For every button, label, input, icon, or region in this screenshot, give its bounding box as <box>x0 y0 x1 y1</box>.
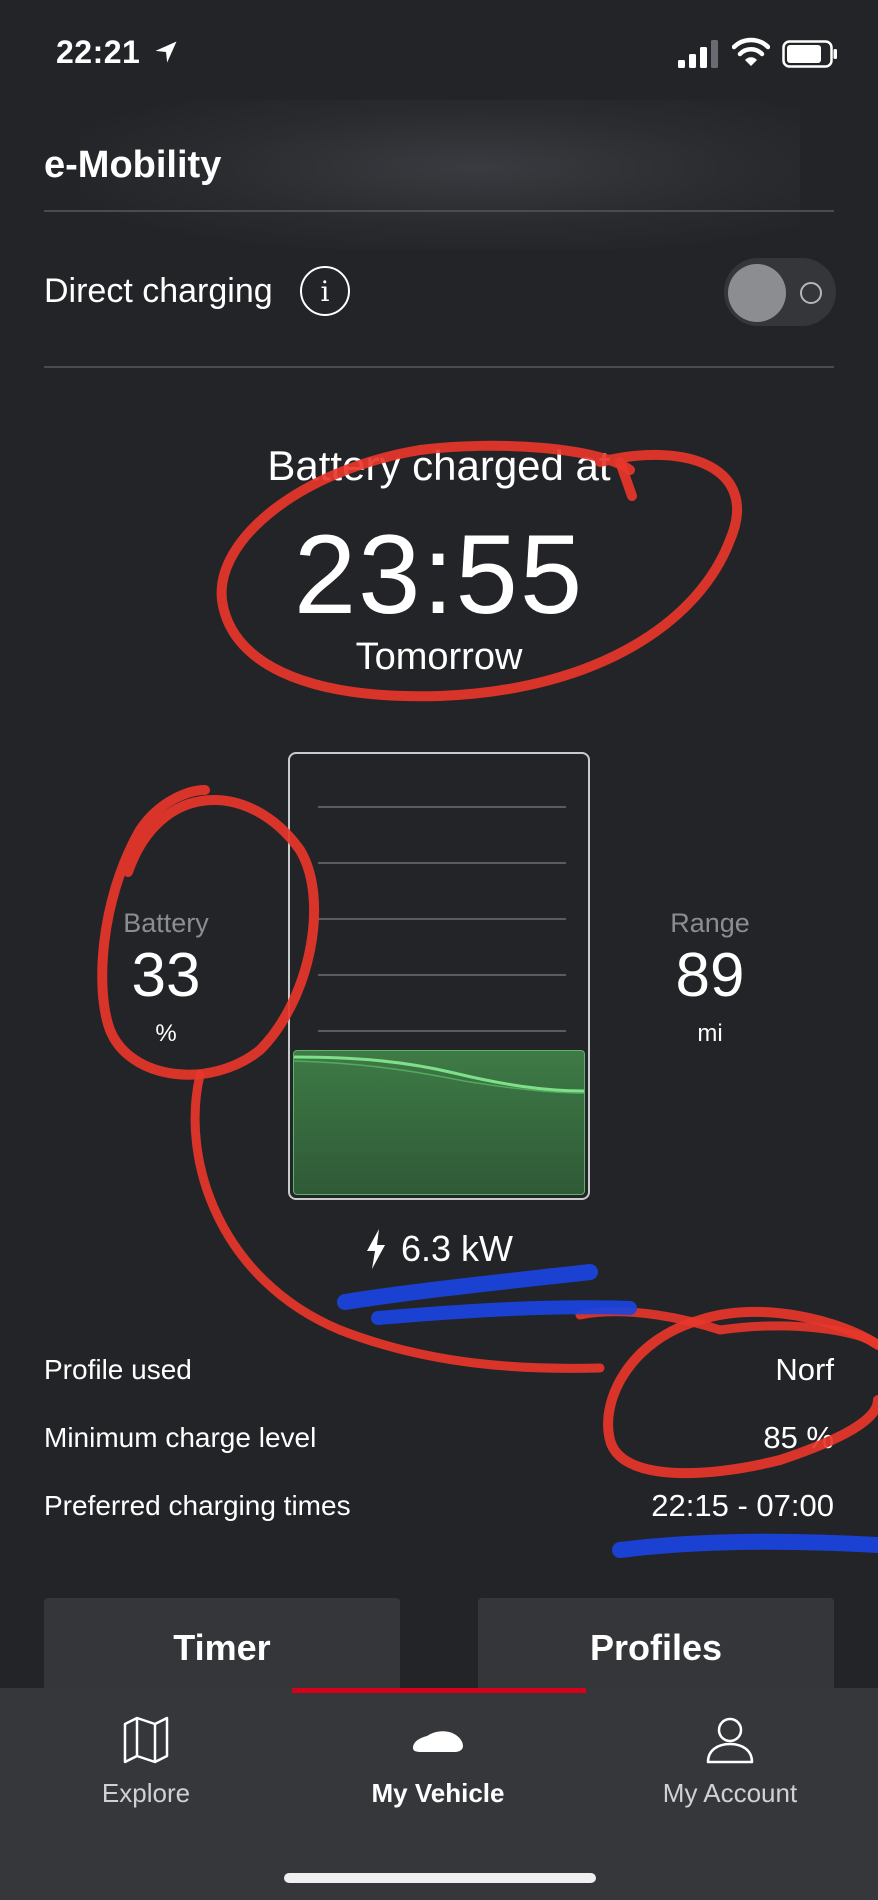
gauge-gridline <box>318 806 566 808</box>
tab-my-account[interactable]: My Account <box>584 1714 876 1809</box>
charging-times-label: Preferred charging times <box>44 1490 351 1521</box>
battery-value: 33 <box>131 941 201 1010</box>
toggle-off-indicator <box>800 282 822 304</box>
divider <box>44 210 834 212</box>
map-icon <box>123 1716 169 1764</box>
red-annotation-stroke <box>575 1307 878 1350</box>
charge-wave-icon <box>294 1055 584 1094</box>
charging-times-value: 22:15 - 07:00 <box>651 1488 834 1523</box>
divider <box>44 366 834 368</box>
status-time: 22:21 <box>56 34 141 70</box>
battery-status-icon <box>782 40 837 68</box>
charge-eta-time: 23:55 <box>293 512 585 637</box>
signal-icon <box>678 40 718 68</box>
minimum-charge-label: Minimum charge level <box>44 1422 317 1453</box>
location-arrow-icon <box>155 41 177 63</box>
tab-explore-label: Explore <box>101 1778 191 1808</box>
lightning-bolt-icon <box>366 1229 385 1269</box>
info-icon[interactable]: i <box>300 266 350 316</box>
timer-button[interactable]: Timer <box>44 1598 400 1698</box>
profiles-button[interactable]: Profiles <box>478 1598 834 1698</box>
range-value: 89 <box>675 941 745 1010</box>
range-label: Range <box>670 908 750 938</box>
range-unit: mi <box>697 1020 723 1047</box>
wifi-icon <box>732 37 770 66</box>
charging-power-value: 6.3 kW <box>400 1228 514 1269</box>
direct-charging-label: Direct charging <box>44 272 273 310</box>
charge-eta-day: Tomorrow <box>355 636 523 678</box>
profile-used-label: Profile used <box>44 1354 192 1385</box>
home-indicator[interactable] <box>284 1873 596 1883</box>
tab-my-vehicle-label: My Vehicle <box>371 1778 505 1808</box>
minimum-charge-value: 85 % <box>763 1420 834 1455</box>
page-title: e-Mobility <box>44 144 222 186</box>
direct-charging-toggle[interactable] <box>724 258 836 326</box>
blue-annotation-stroke <box>337 1264 598 1310</box>
tab-explore[interactable]: Explore <box>0 1714 292 1809</box>
blue-annotation-stroke <box>371 1300 637 1325</box>
gauge-gridline <box>318 918 566 920</box>
toggle-knob <box>728 264 786 322</box>
tab-my-vehicle[interactable]: My Vehicle <box>292 1714 584 1809</box>
car-icon <box>413 1731 463 1752</box>
gauge-gridline <box>318 1030 566 1032</box>
bottom-tab-bar: Explore My Vehicle My Account <box>0 1688 878 1900</box>
battery-label: Battery <box>123 908 209 938</box>
charging-power: 6.3 kW <box>0 1228 878 1270</box>
blue-annotation-stroke <box>612 1533 878 1558</box>
gauge-fill <box>293 1050 585 1195</box>
gauge-gridline <box>318 974 566 976</box>
battery-unit: % <box>155 1020 177 1047</box>
battery-level-gauge <box>288 752 590 1200</box>
charge-eta-label: Battery charged at <box>267 442 611 489</box>
red-annotation-stroke <box>603 1306 878 1479</box>
tab-my-account-label: My Account <box>662 1778 798 1808</box>
profile-used-value: Norf <box>775 1352 834 1387</box>
user-icon <box>706 1717 754 1764</box>
gauge-gridline <box>318 862 566 864</box>
active-tab-indicator <box>292 1688 586 1693</box>
